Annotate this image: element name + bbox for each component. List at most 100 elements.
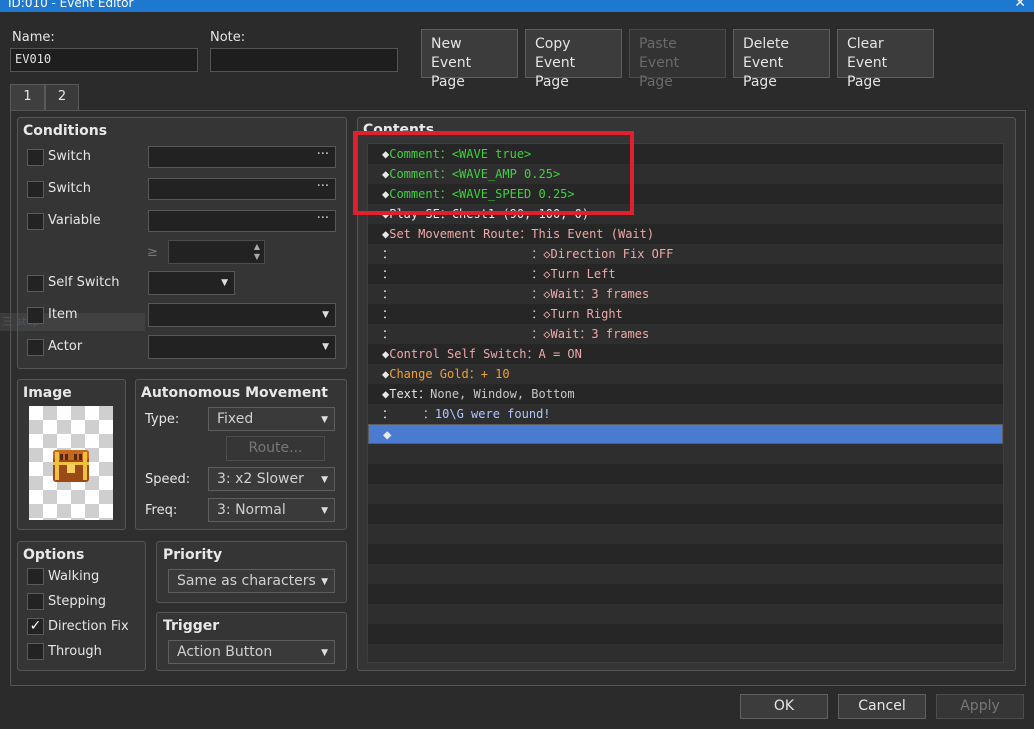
command-args: ◇Turn Right — [543, 307, 623, 321]
clear-event-page-button[interactable]: Clear Event Page — [837, 29, 934, 90]
empty-row[interactable] — [368, 584, 1003, 604]
command-row[interactable]: ： ：◇Turn Right — [368, 304, 1003, 324]
chevron-down-icon: ▼ — [322, 310, 329, 320]
command-name: ： — [394, 307, 544, 321]
direction-fix-checkbox[interactable]: ✓ — [27, 618, 44, 635]
self-switch-dropdown[interactable]: ▼ — [148, 271, 235, 295]
spin-down-icon[interactable]: ▼ — [254, 252, 260, 261]
tab-page-2[interactable]: 2 — [45, 84, 79, 110]
command-name: ： — [394, 247, 544, 261]
switch2-selector[interactable]: ··· — [148, 178, 336, 200]
variable-checkbox[interactable] — [27, 213, 44, 230]
type-dropdown[interactable]: Fixed ▼ — [208, 407, 335, 431]
empty-row[interactable] — [368, 644, 1003, 662]
command-name: Change Gold： — [389, 367, 481, 381]
switch2-label: Switch — [48, 181, 91, 196]
variable-value-spinner[interactable]: ▲ ▼ — [168, 240, 265, 264]
chevron-down-icon: ▼ — [321, 475, 328, 485]
gte-symbol: ≥ — [147, 245, 158, 260]
command-row[interactable]: ◆Change Gold：+ 10 — [368, 364, 1003, 384]
priority-dropdown[interactable]: Same as characters ▼ — [168, 569, 335, 593]
switch2-checkbox[interactable] — [27, 181, 44, 198]
freq-dropdown[interactable]: 3: Normal ▼ — [208, 498, 335, 522]
apply-button[interactable]: Apply — [936, 694, 1024, 719]
item-label: Item — [48, 307, 78, 322]
switch1-selector[interactable]: ··· — [148, 146, 336, 168]
through-checkbox[interactable] — [27, 643, 44, 660]
chevron-down-icon: ▼ — [221, 278, 228, 288]
command-args: This Event (Wait) — [531, 227, 655, 241]
delete-event-page-button[interactable]: Delete Event Page — [733, 29, 830, 90]
window-title: ID:010 - Event Editor — [8, 0, 134, 10]
self-switch-label: Self Switch — [48, 275, 120, 290]
chevron-down-icon: ▼ — [321, 648, 328, 658]
priority-value: Same as characters — [177, 573, 316, 589]
empty-row[interactable] — [368, 484, 1003, 504]
empty-row[interactable] — [368, 564, 1003, 584]
command-row[interactable]: ◆Control Self Switch：A = ON — [368, 344, 1003, 364]
button-line: Event Page — [639, 55, 680, 90]
paste-event-page-button[interactable]: Paste Event Page — [629, 29, 726, 90]
command-row[interactable]: ： ：◇Wait：3 frames — [368, 324, 1003, 344]
new-event-page-button[interactable]: New Event Page — [421, 29, 518, 90]
command-name: Set Movement Route： — [389, 227, 532, 241]
close-icon[interactable]: ✕ — [1014, 0, 1026, 10]
empty-row[interactable] — [368, 464, 1003, 484]
tab-page-1[interactable]: 1 — [10, 84, 45, 112]
item-checkbox[interactable] — [27, 307, 44, 324]
self-switch-checkbox[interactable] — [27, 275, 44, 292]
title-bar: ID:010 - Event Editor ✕ — [0, 0, 1034, 12]
trigger-title: Trigger — [163, 618, 220, 634]
command-args: 10\G were found! — [434, 407, 551, 421]
command-args: None, Window, Bottom — [430, 387, 575, 401]
command-bullet: ： — [382, 327, 395, 341]
command-row[interactable]: ： ：10\G were found! — [368, 404, 1003, 424]
stepping-checkbox[interactable] — [27, 593, 44, 610]
copy-event-page-button[interactable]: Copy Event Page — [525, 29, 622, 90]
variable-selector[interactable]: ··· — [148, 210, 336, 232]
command-args: A = ON — [538, 347, 582, 361]
command-row[interactable]: ： ：◇Turn Left — [368, 264, 1003, 284]
note-label: Note: — [210, 30, 246, 45]
switch1-checkbox[interactable] — [27, 149, 44, 166]
actor-checkbox[interactable] — [27, 339, 44, 356]
ok-button[interactable]: OK — [740, 694, 828, 719]
actor-dropdown[interactable]: ▼ — [148, 335, 336, 359]
command-row[interactable]: ◆Text：None, Window, Bottom — [368, 384, 1003, 404]
empty-row[interactable] — [368, 544, 1003, 564]
route-button[interactable]: Route... — [226, 436, 325, 461]
conditions-title: Conditions — [23, 123, 108, 139]
highlight-box — [353, 131, 634, 215]
autonomous-movement-title: Autonomous Movement — [141, 385, 328, 401]
empty-row[interactable] — [368, 524, 1003, 544]
command-row[interactable]: ◆Set Movement Route：This Event (Wait) — [368, 224, 1003, 244]
stepping-label: Stepping — [48, 594, 106, 609]
ellipsis-icon: ··· — [316, 147, 329, 162]
command-list[interactable]: ◆Comment：<WAVE true> ◆Comment：<WAVE_AMP 0… — [367, 143, 1004, 663]
empty-row[interactable] — [368, 444, 1003, 464]
chevron-down-icon: ▼ — [321, 577, 328, 587]
chevron-down-icon: ▼ — [321, 415, 328, 425]
trigger-dropdown[interactable]: Action Button ▼ — [168, 640, 335, 664]
spin-up-icon[interactable]: ▲ — [254, 242, 260, 251]
name-field[interactable]: EV010 — [10, 48, 198, 72]
chevron-down-icon: ▼ — [321, 506, 328, 516]
empty-row[interactable] — [368, 504, 1003, 524]
button-line: Copy — [535, 36, 571, 52]
speed-label: Speed: — [145, 472, 191, 487]
command-row[interactable]: ： ：◇Wait：3 frames — [368, 284, 1003, 304]
event-image-preview[interactable] — [29, 406, 113, 520]
speed-dropdown[interactable]: 3: x2 Slower ▼ — [208, 467, 335, 491]
empty-row[interactable] — [368, 604, 1003, 624]
speed-value: 3: x2 Slower — [217, 471, 304, 487]
command-row[interactable]: ： ：◇Direction Fix OFF — [368, 244, 1003, 264]
empty-row[interactable] — [368, 624, 1003, 644]
button-line: Delete — [743, 36, 789, 52]
item-dropdown[interactable]: ▼ — [148, 303, 336, 327]
note-field[interactable] — [210, 48, 398, 72]
command-row[interactable]: ◆ — [368, 424, 1003, 444]
walking-checkbox[interactable] — [27, 568, 44, 585]
image-title: Image — [23, 385, 72, 401]
cancel-button[interactable]: Cancel — [838, 694, 926, 719]
treasure-chest-icon — [53, 450, 89, 482]
